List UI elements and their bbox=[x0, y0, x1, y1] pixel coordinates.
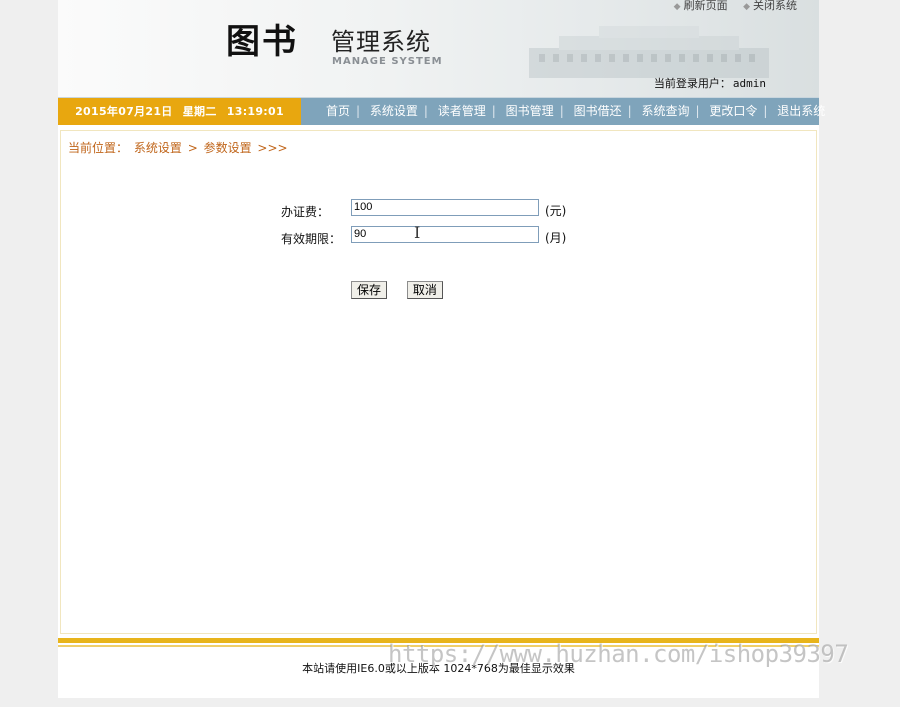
menu-item-book-management[interactable]: 图书管理 bbox=[500, 104, 560, 118]
logo-subtitle: 管理系统 bbox=[331, 28, 431, 56]
period-unit: (月) bbox=[545, 231, 567, 245]
menu-item-system-settings[interactable]: 系统设置 bbox=[364, 104, 424, 118]
fee-label: 办证费： bbox=[281, 205, 330, 219]
text-cursor-icon: I bbox=[414, 223, 421, 242]
datetime-display: 2015年07月21日 星期二 13:19:01 bbox=[58, 98, 301, 125]
app-frame: 图书 管理系统 MANAGE SYSTEM ◆ 刷新页面 ◆ 关闭系统 当前登录用户… bbox=[58, 0, 825, 698]
logo-title: 图书 bbox=[226, 22, 298, 62]
menu-separator: | bbox=[423, 104, 428, 118]
current-user: 当前登录用户： admin bbox=[654, 75, 766, 91]
menu-separator: | bbox=[763, 104, 768, 118]
close-link[interactable]: ◆ 关闭系统 bbox=[743, 0, 797, 12]
footer-line-thick bbox=[58, 638, 819, 643]
menu-separator: | bbox=[627, 104, 632, 118]
menu-separator: | bbox=[559, 104, 564, 118]
menu-item-reader-management[interactable]: 读者管理 bbox=[432, 104, 492, 118]
menu-item-change-password[interactable]: 更改口令 bbox=[703, 104, 763, 118]
footer-text: 本站请使用IE6.0或以上版本 1024*768为最佳显示效果 bbox=[302, 662, 575, 675]
nav-bar: 2015年07月21日 星期二 13:19:01 首页 | 系统设置 | 读者管理 |… bbox=[58, 97, 825, 125]
breadcrumb-system-settings[interactable]: 系统设置 bbox=[134, 141, 182, 155]
close-label: 关闭系统 bbox=[753, 0, 797, 12]
breadcrumb-prefix: 当前位置： bbox=[68, 141, 129, 155]
period-input[interactable]: 90 bbox=[351, 226, 539, 243]
cancel-button[interactable]: 取消 bbox=[406, 281, 443, 299]
period-label: 有效期限： bbox=[281, 232, 342, 246]
logo-english: MANAGE SYSTEM bbox=[332, 56, 443, 67]
weekday-text: 星期二 bbox=[182, 105, 217, 118]
bullet-icon: ◆ bbox=[673, 2, 681, 12]
menu-item-system-query[interactable]: 系统查询 bbox=[635, 104, 695, 118]
refresh-label: 刷新页面 bbox=[683, 0, 728, 12]
menu-separator: | bbox=[695, 104, 700, 118]
menu-item-borrow-return[interactable]: 图书借还 bbox=[568, 104, 628, 118]
user-label: 当前登录用户： bbox=[653, 77, 731, 90]
header-banner: 图书 管理系统 MANAGE SYSTEM ◆ 刷新页面 ◆ 关闭系统 当前登录用户… bbox=[58, 0, 819, 97]
user-name: admin bbox=[732, 77, 766, 90]
fee-input[interactable]: 100 bbox=[351, 199, 539, 216]
top-links: ◆ 刷新页面 ◆ 关闭系统 bbox=[662, 0, 797, 13]
time-text: 13:19:01 bbox=[226, 105, 284, 118]
date-text: 2015年07月21日 bbox=[75, 105, 173, 118]
menu-item-home[interactable]: 首页 bbox=[320, 104, 356, 118]
save-button[interactable]: 保存 bbox=[351, 281, 388, 299]
breadcrumb: 当前位置： 系统设置 > 参数设置 >>> bbox=[68, 139, 290, 156]
menu-separator: | bbox=[491, 104, 496, 118]
breadcrumb-parameter-settings: 参数设置 bbox=[203, 141, 252, 155]
bullet-icon: ◆ bbox=[743, 2, 750, 12]
menu-item-logout[interactable]: 退出系统 bbox=[771, 104, 831, 118]
menu-separator: | bbox=[356, 104, 361, 118]
footer-divider bbox=[58, 638, 819, 650]
footer-line-thin bbox=[58, 645, 819, 647]
refresh-link[interactable]: ◆ 刷新页面 bbox=[674, 0, 728, 12]
fee-unit: (元) bbox=[545, 204, 567, 218]
form-buttons: 保存 取消 bbox=[351, 281, 459, 299]
content-panel: 当前位置： 系统设置 > 参数设置 >>> 办证费： 100 (元) 有效期限：… bbox=[60, 130, 817, 634]
main-menu: 首页 | 系统设置 | 读者管理 | 图书管理 | 图书借还 | 系统查询 | 更改口令 | … bbox=[320, 98, 831, 125]
breadcrumb-arrow: > bbox=[187, 141, 198, 155]
breadcrumb-suffix: >>> bbox=[257, 141, 288, 155]
